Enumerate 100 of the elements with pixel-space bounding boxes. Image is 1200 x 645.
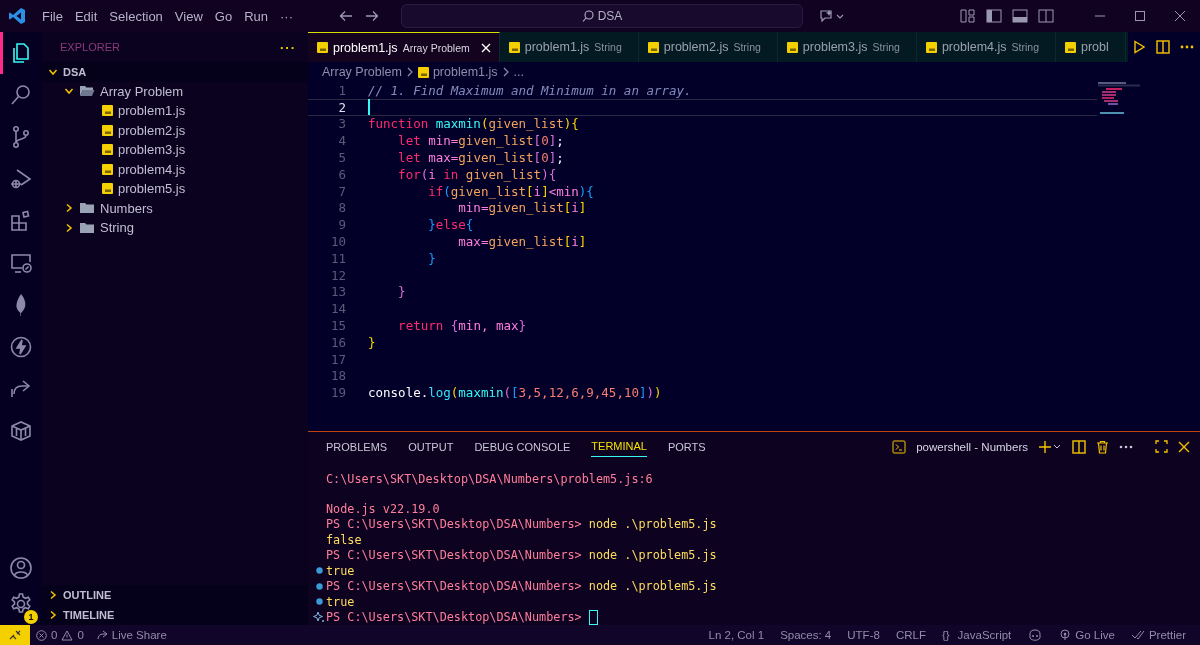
menu-item[interactable]: Selection: [103, 8, 169, 24]
back-arrow-icon[interactable]: [339, 9, 353, 23]
chevron-icon[interactable]: [48, 590, 58, 600]
terminal-icon: [892, 439, 907, 454]
status-item[interactable]: {} JavaScript: [935, 629, 1018, 641]
code-line: if(given_list[i]<min){: [427, 183, 594, 199]
line-number: 19: [329, 385, 347, 401]
section-header[interactable]: OUTLINE: [63, 589, 112, 601]
warning-icon: [61, 629, 74, 641]
menu-item[interactable]: ···: [274, 8, 299, 24]
line-number: 4: [337, 133, 347, 149]
chat-sparkle-icon[interactable]: [819, 9, 845, 23]
split-layout-icon[interactable]: [1038, 9, 1054, 23]
editor-tab[interactable]: probl: [1056, 32, 1126, 62]
remote-button[interactable]: [0, 625, 30, 645]
tree-item[interactable]: problem2.js: [118, 122, 186, 138]
terminal-line: true: [326, 594, 355, 609]
chevron-icon[interactable]: [64, 86, 74, 97]
editor-tab[interactable]: problem2.js String: [638, 32, 778, 62]
sparkle-icon[interactable]: [313, 611, 325, 624]
panel-tab[interactable]: OUTPUT: [408, 436, 454, 457]
javascript-file-icon: [102, 183, 113, 195]
line-number: 3: [337, 116, 347, 132]
play-bug-icon[interactable]: [9, 167, 33, 191]
lightning-icon[interactable]: [9, 335, 33, 359]
tree-item[interactable]: Array Problem: [100, 83, 184, 99]
menu-item[interactable]: Edit: [68, 8, 104, 24]
tree-item[interactable]: problem3.js: [118, 142, 186, 158]
line-number: 10: [329, 234, 347, 250]
folder-icon: [79, 221, 95, 234]
panel-tab[interactable]: PORTS: [667, 436, 706, 457]
maximize-panel-icon[interactable]: [1155, 440, 1168, 454]
monitor-icon[interactable]: [9, 251, 33, 275]
code-line: for(i in given_list){: [397, 166, 557, 182]
breadcrumb-item[interactable]: Array Problem: [322, 65, 402, 79]
tree-item[interactable]: Numbers: [100, 200, 153, 216]
text-cursor: [368, 99, 370, 116]
forward-arrow-icon[interactable]: [365, 9, 379, 23]
status-dot-icon[interactable]: [315, 598, 323, 606]
status-item[interactable]: Ln 2, Col 1: [702, 629, 771, 641]
run-icon[interactable]: [1132, 40, 1146, 54]
layout-icon[interactable]: [960, 9, 976, 23]
tree-item[interactable]: problem4.js: [118, 161, 186, 177]
trash-icon[interactable]: [1096, 439, 1109, 454]
terminal-name[interactable]: powershell - Numbers: [916, 440, 1028, 453]
line-number: 11: [329, 250, 347, 266]
code-line: }: [427, 250, 436, 266]
split-editor-icon[interactable]: [1156, 40, 1170, 54]
search-field[interactable]: DSA: [401, 4, 803, 28]
status-dot-icon[interactable]: [315, 582, 323, 590]
more-actions[interactable]: ···: [280, 39, 296, 55]
chevron-icon[interactable]: [64, 203, 74, 214]
code-line: // 1. Find Maximum and Minimum in an array.: [368, 82, 692, 98]
close-icon[interactable]: [1178, 440, 1190, 453]
menu-item[interactable]: File: [36, 8, 69, 24]
chevron-icon[interactable]: [64, 222, 74, 233]
prettier-button[interactable]: Prettier: [1124, 629, 1192, 641]
javascript-file-icon: [102, 105, 113, 117]
tree-item[interactable]: problem5.js: [118, 181, 186, 197]
maximize-icon[interactable]: [1134, 10, 1146, 22]
status-item[interactable]: UTF-8: [841, 629, 886, 641]
breadcrumb-item[interactable]: problem1.js: [432, 65, 498, 79]
more-icon[interactable]: [1180, 45, 1194, 49]
menu-item[interactable]: View: [168, 8, 209, 24]
sidebar-title: EXPLORER: [60, 41, 120, 53]
menu-item[interactable]: Run: [238, 8, 274, 24]
panel-tab[interactable]: DEBUG CONSOLE: [474, 436, 571, 457]
settings-icon[interactable]: [9, 592, 33, 616]
close-icon[interactable]: [1174, 10, 1186, 22]
status-dot-icon[interactable]: [315, 567, 323, 575]
go-live-button[interactable]: Go Live: [1053, 629, 1121, 641]
menu-item[interactable]: Go: [208, 8, 239, 24]
split-terminal-icon[interactable]: [1072, 439, 1086, 454]
add-terminal-icon[interactable]: [1038, 439, 1062, 454]
chevron-icon[interactable]: [48, 610, 58, 620]
line-number: 6: [337, 166, 347, 182]
panel-toggle-icon[interactable]: [1012, 9, 1028, 23]
tree-item[interactable]: problem1.js: [118, 103, 186, 119]
account-icon[interactable]: [9, 556, 33, 580]
panel-tab[interactable]: TERMINAL: [591, 436, 647, 458]
editor-tab[interactable]: problem1.js Array Problem: [308, 32, 500, 62]
problems-status[interactable]: 0 0: [30, 629, 90, 641]
live-share-button[interactable]: Live Share: [89, 629, 173, 641]
section-header[interactable]: TIMELINE: [63, 609, 115, 621]
editor-tab[interactable]: problem3.js String: [777, 32, 917, 62]
editor-tab[interactable]: problem1.js String: [499, 32, 639, 62]
status-item[interactable]: Spaces: 4: [774, 629, 838, 641]
tree-item[interactable]: String: [100, 220, 134, 236]
box-icon[interactable]: [9, 419, 33, 443]
tree-item[interactable]: DSA: [63, 65, 87, 78]
panel-tab[interactable]: PROBLEMS: [326, 436, 388, 457]
javascript-file-icon: [786, 41, 798, 53]
line-number: 5: [337, 150, 347, 166]
search-icon[interactable]: [9, 83, 33, 107]
more-icon[interactable]: [1119, 444, 1133, 449]
editor-tab[interactable]: problem4.js String: [916, 32, 1056, 62]
notification-badge: 1: [24, 610, 38, 624]
sidebar-toggle-icon[interactable]: [986, 9, 1002, 23]
breadcrumb-item[interactable]: ...: [513, 65, 524, 79]
status-item[interactable]: CRLF: [889, 629, 932, 641]
